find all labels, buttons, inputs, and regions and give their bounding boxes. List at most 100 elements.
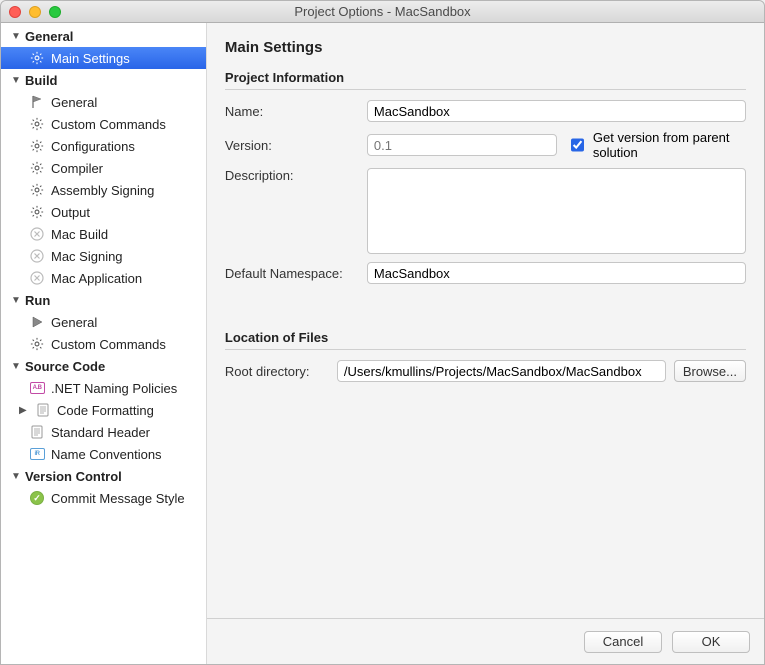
naming-icon: A.B (29, 380, 45, 396)
gear-icon (29, 336, 45, 352)
sidebar-category-version-control[interactable]: ▼ Version Control (1, 465, 206, 487)
version-label: Version: (225, 138, 367, 153)
browse-button[interactable]: Browse... (674, 360, 746, 382)
gear-icon (29, 116, 45, 132)
version-from-parent-checkbox[interactable] (571, 138, 584, 152)
row-version: Version: Get version from parent solutio… (225, 130, 746, 160)
sidebar-item-mac-build[interactable]: Mac Build (1, 223, 206, 245)
section-project-information: Project Information (225, 70, 746, 85)
sidebar-item-label: Commit Message Style (51, 491, 185, 506)
row-namespace: Default Namespace: (225, 262, 746, 284)
sidebar-category-build[interactable]: ▼ Build (1, 69, 206, 91)
sidebar-category-label: Build (25, 73, 58, 88)
gear-icon (29, 182, 45, 198)
dialog-footer: Cancel OK (207, 618, 764, 664)
row-name: Name: (225, 100, 746, 122)
document-icon (29, 424, 45, 440)
sidebar-item-label: Code Formatting (57, 403, 154, 418)
version-input (367, 134, 557, 156)
sidebar-category-label: Run (25, 293, 50, 308)
root-directory-label: Root directory: (225, 364, 337, 379)
check-circle-icon (29, 490, 45, 506)
sidebar-item-code-formatting[interactable]: ▶ Code Formatting (1, 399, 206, 421)
description-textarea[interactable] (367, 168, 746, 254)
sidebar-item-label: Mac Build (51, 227, 108, 242)
sidebar-item-net-naming-policies[interactable]: A.B .NET Naming Policies (1, 377, 206, 399)
sidebar-item-standard-header[interactable]: Standard Header (1, 421, 206, 443)
sidebar-category-label: Source Code (25, 359, 105, 374)
divider (225, 349, 746, 350)
root-directory-input[interactable] (337, 360, 666, 382)
sidebar-item-assembly-signing[interactable]: Assembly Signing (1, 179, 206, 201)
namespace-label: Default Namespace: (225, 266, 367, 281)
sidebar-item-run-custom-commands[interactable]: Custom Commands (1, 333, 206, 355)
close-window-button[interactable] (9, 6, 21, 18)
name-input[interactable] (367, 100, 746, 122)
sidebar-item-label: Custom Commands (51, 117, 166, 132)
sidebar-item-label: Custom Commands (51, 337, 166, 352)
sidebar-item-label: Compiler (51, 161, 103, 176)
page-title: Main Settings (225, 39, 746, 56)
gear-icon (29, 50, 45, 66)
x-circle-icon (29, 226, 45, 242)
section-location-of-files: Location of Files (225, 330, 746, 345)
play-icon (29, 314, 45, 330)
sidebar-item-label: Configurations (51, 139, 135, 154)
maximize-window-button[interactable] (49, 6, 61, 18)
cancel-button[interactable]: Cancel (584, 631, 662, 653)
sidebar-item-configurations[interactable]: Configurations (1, 135, 206, 157)
sidebar-item-custom-commands[interactable]: Custom Commands (1, 113, 206, 135)
row-root-directory: Root directory: Browse... (225, 360, 746, 382)
chevron-down-icon: ▼ (11, 75, 21, 86)
flag-icon (29, 94, 45, 110)
namespace-input[interactable] (367, 262, 746, 284)
chevron-right-icon: ▶ (19, 405, 29, 416)
sidebar: ▼ General Main Settings ▼ Build General … (1, 23, 207, 664)
x-circle-icon (29, 248, 45, 264)
chevron-down-icon: ▼ (11, 361, 21, 372)
sidebar-item-label: Main Settings (51, 51, 130, 66)
sidebar-item-name-conventions[interactable]: iR Name Conventions (1, 443, 206, 465)
sidebar-item-build-general[interactable]: General (1, 91, 206, 113)
row-description: Description: (225, 168, 746, 254)
rename-icon: iR (29, 446, 45, 462)
sidebar-item-label: Name Conventions (51, 447, 162, 462)
sidebar-item-label: General (51, 95, 97, 110)
sidebar-item-label: Assembly Signing (51, 183, 154, 198)
sidebar-category-label: Version Control (25, 469, 122, 484)
sidebar-item-label: General (51, 315, 97, 330)
divider (225, 89, 746, 90)
description-label: Description: (225, 168, 367, 183)
sidebar-item-label: Mac Application (51, 271, 142, 286)
document-icon (35, 402, 51, 418)
chevron-down-icon: ▼ (11, 471, 21, 482)
sidebar-category-source-code[interactable]: ▼ Source Code (1, 355, 206, 377)
ok-button[interactable]: OK (672, 631, 750, 653)
sidebar-item-label: Mac Signing (51, 249, 123, 264)
sidebar-category-run[interactable]: ▼ Run (1, 289, 206, 311)
chevron-down-icon: ▼ (11, 31, 21, 42)
sidebar-item-commit-message-style[interactable]: Commit Message Style (1, 487, 206, 509)
sidebar-item-mac-signing[interactable]: Mac Signing (1, 245, 206, 267)
x-circle-icon (29, 270, 45, 286)
minimize-window-button[interactable] (29, 6, 41, 18)
titlebar: Project Options - MacSandbox (1, 1, 764, 23)
sidebar-item-main-settings[interactable]: Main Settings (1, 47, 206, 69)
sidebar-item-label: .NET Naming Policies (51, 381, 177, 396)
window-title: Project Options - MacSandbox (1, 4, 764, 19)
sidebar-item-mac-application[interactable]: Mac Application (1, 267, 206, 289)
sidebar-item-label: Standard Header (51, 425, 150, 440)
sidebar-category-label: General (25, 29, 73, 44)
gear-icon (29, 204, 45, 220)
chevron-down-icon: ▼ (11, 295, 21, 306)
traffic-lights (9, 6, 61, 18)
sidebar-item-label: Output (51, 205, 90, 220)
gear-icon (29, 160, 45, 176)
sidebar-category-general[interactable]: ▼ General (1, 25, 206, 47)
sidebar-item-compiler[interactable]: Compiler (1, 157, 206, 179)
content-panel: Main Settings Project Information Name: … (207, 23, 764, 664)
sidebar-item-run-general[interactable]: General (1, 311, 206, 333)
gear-icon (29, 138, 45, 154)
sidebar-item-output[interactable]: Output (1, 201, 206, 223)
name-label: Name: (225, 104, 367, 119)
